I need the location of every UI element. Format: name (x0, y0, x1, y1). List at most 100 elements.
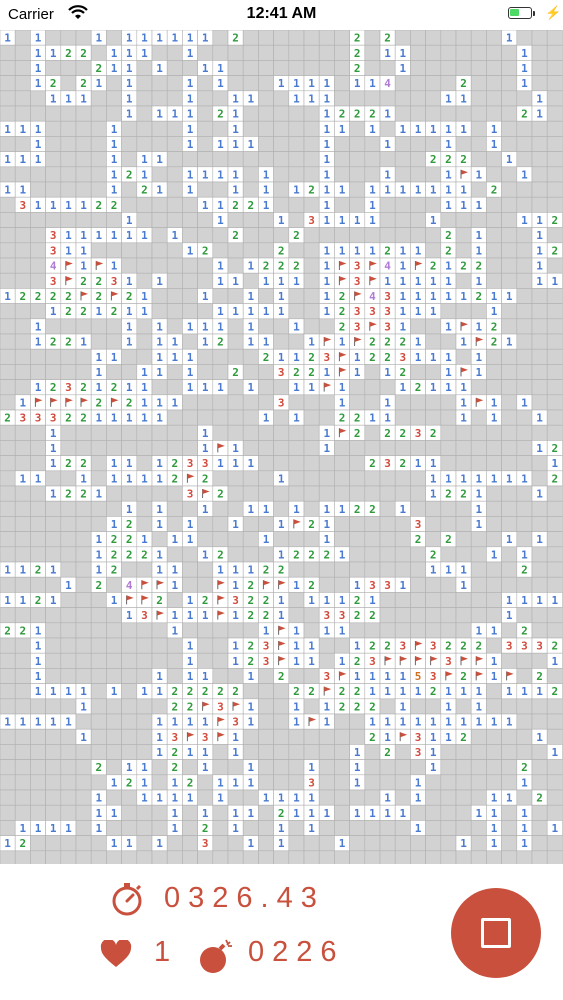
cell-r51-c31[interactable]: 1 (470, 804, 487, 821)
cell-r34-c26[interactable] (394, 546, 411, 563)
cell-r27-c7[interactable] (106, 440, 122, 456)
cell-r32-c22[interactable] (334, 516, 350, 532)
cell-r27-c19[interactable] (288, 440, 305, 456)
cell-r54-c27[interactable] (410, 850, 426, 864)
cell-r31-c10[interactable]: 1 (151, 500, 168, 517)
cell-r36-c5[interactable] (75, 576, 92, 593)
cell-r18-c16[interactable]: 1 (242, 303, 259, 320)
cell-r13-c4[interactable]: 1 (60, 227, 77, 244)
cell-r33-c15[interactable] (227, 531, 244, 548)
cell-r38-c2[interactable] (30, 607, 46, 624)
cell-r19-c7[interactable] (106, 318, 122, 335)
cell-r24-c18[interactable]: 3 (273, 394, 290, 411)
cell-r53-c16[interactable]: 1 (242, 835, 259, 852)
cell-r39-c22[interactable]: 1 (334, 622, 350, 639)
cell-r46-c28[interactable]: 1 (425, 728, 442, 745)
cell-r35-c24[interactable] (364, 561, 381, 578)
cell-r23-c11[interactable] (166, 379, 183, 396)
cell-r16-c34[interactable] (516, 272, 533, 289)
cell-r17-c33[interactable]: 1 (501, 288, 518, 304)
cell-r35-c8[interactable] (121, 561, 138, 578)
cell-r50-c36[interactable] (546, 789, 563, 806)
cell-r49-c6[interactable] (90, 774, 107, 791)
cell-r31-c7[interactable] (106, 500, 122, 517)
cell-r38-c20[interactable] (303, 607, 320, 624)
cell-r36-c31[interactable] (470, 576, 487, 593)
cell-r40-c30[interactable]: 2 (455, 637, 472, 654)
cell-r10-c2[interactable] (30, 181, 46, 198)
cell-r49-c36[interactable] (546, 774, 563, 791)
cell-r51-c0[interactable] (0, 804, 16, 821)
cell-r25-c28[interactable] (425, 409, 442, 426)
cell-r43-c30[interactable]: 1 (455, 683, 472, 700)
cell-r47-c20[interactable] (303, 744, 320, 760)
cell-r35-c14[interactable]: 1 (212, 561, 229, 578)
cell-r13-c12[interactable] (182, 227, 198, 244)
cell-r38-c28[interactable] (425, 607, 442, 624)
cell-r35-c30[interactable]: 1 (455, 561, 472, 578)
cell-r30-c36[interactable] (546, 485, 563, 502)
cell-r53-c5[interactable] (75, 835, 92, 852)
cell-r18-c33[interactable] (501, 303, 518, 320)
cell-r2-c16[interactable] (242, 60, 259, 76)
cell-r32-c3[interactable] (45, 516, 62, 532)
cell-r52-c14[interactable] (212, 820, 229, 836)
cell-r54-c18[interactable] (273, 850, 290, 864)
cell-r4-c23[interactable] (349, 90, 366, 107)
cell-r17-c31[interactable]: 2 (470, 288, 487, 304)
cell-r5-c24[interactable]: 2 (364, 105, 381, 122)
cell-r5-c1[interactable] (14, 105, 31, 122)
cell-r9-c8[interactable]: 2 (121, 166, 138, 183)
cell-r27-c23[interactable] (349, 440, 366, 456)
cell-r21-c9[interactable] (136, 348, 153, 365)
cell-r30-c13[interactable] (197, 485, 214, 502)
cell-r54-c28[interactable] (425, 850, 442, 864)
cell-r53-c19[interactable] (288, 835, 305, 852)
cell-r11-c23[interactable] (349, 196, 366, 213)
cell-r42-c27[interactable]: 5 (410, 668, 426, 684)
cell-r38-c36[interactable] (546, 607, 563, 624)
cell-r31-c35[interactable] (531, 500, 548, 517)
cell-r5-c36[interactable] (546, 105, 563, 122)
cell-r37-c36[interactable]: 1 (546, 592, 563, 608)
cell-r37-c23[interactable]: 2 (349, 592, 366, 608)
cell-r40-c15[interactable]: 1 (227, 637, 244, 654)
cell-r2-c9[interactable] (136, 60, 153, 76)
cell-r41-c18[interactable] (273, 652, 290, 669)
cell-r31-c23[interactable]: 2 (349, 500, 366, 517)
cell-r3-c22[interactable] (334, 75, 350, 92)
cell-r49-c15[interactable]: 1 (227, 774, 244, 791)
cell-r11-c35[interactable] (531, 196, 548, 213)
cell-r8-c1[interactable]: 1 (14, 151, 31, 168)
cell-r38-c26[interactable] (394, 607, 411, 624)
cell-r33-c16[interactable] (242, 531, 259, 548)
cell-r17-c29[interactable]: 1 (440, 288, 457, 304)
cell-r44-c28[interactable] (425, 698, 442, 715)
cell-r33-c7[interactable]: 2 (106, 531, 122, 548)
cell-r41-c13[interactable] (197, 652, 214, 669)
cell-r50-c16[interactable] (242, 789, 259, 806)
cell-r10-c21[interactable]: 1 (318, 181, 335, 198)
cell-r53-c1[interactable]: 2 (14, 835, 31, 852)
cell-r12-c21[interactable]: 1 (318, 212, 335, 228)
cell-r8-c31[interactable] (470, 151, 487, 168)
cell-r25-c10[interactable]: 1 (151, 409, 168, 426)
cell-r11-c36[interactable] (546, 196, 563, 213)
cell-r28-c8[interactable]: 1 (121, 455, 138, 472)
cell-r44-c6[interactable] (90, 698, 107, 715)
cell-r27-c14[interactable] (212, 440, 229, 456)
cell-r25-c21[interactable] (318, 409, 335, 426)
cell-r13-c20[interactable] (303, 227, 320, 244)
cell-r6-c31[interactable] (470, 120, 487, 137)
cell-r22-c10[interactable]: 1 (151, 364, 168, 380)
cell-r45-c25[interactable]: 1 (379, 713, 396, 730)
cell-r0-c29[interactable] (440, 30, 457, 46)
cell-r6-c9[interactable] (136, 120, 153, 137)
cell-r21-c17[interactable]: 2 (258, 348, 274, 365)
cell-r19-c5[interactable] (75, 318, 92, 335)
cell-r33-c18[interactable] (273, 531, 290, 548)
cell-r38-c29[interactable] (440, 607, 457, 624)
cell-r21-c19[interactable]: 1 (288, 348, 305, 365)
cell-r32-c1[interactable] (14, 516, 31, 532)
cell-r18-c8[interactable]: 1 (121, 303, 138, 320)
